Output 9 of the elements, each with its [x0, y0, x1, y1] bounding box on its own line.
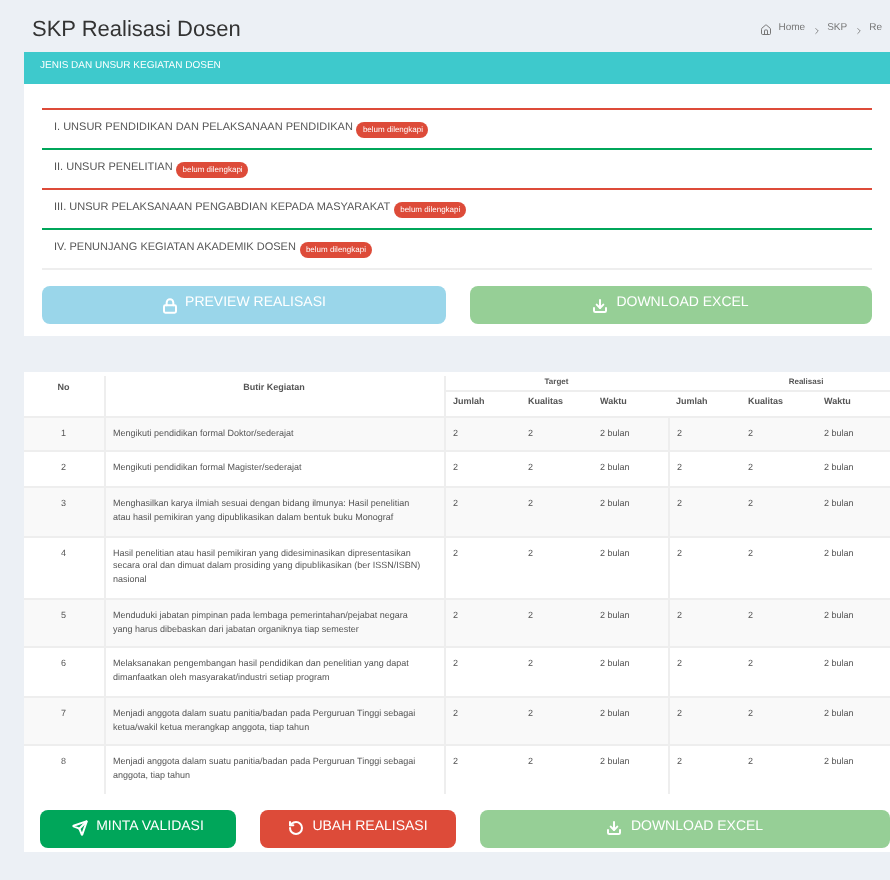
chevron-icon [811, 25, 822, 35]
undo-icon [288, 820, 305, 837]
download-icon [606, 820, 623, 837]
send-icon [72, 820, 89, 837]
lock-icon [161, 297, 178, 313]
chevron-icon [853, 25, 864, 35]
home-icon [760, 24, 773, 36]
download-icon [592, 297, 609, 313]
page-title: SKP Realisasi Dosen [32, 15, 241, 46]
